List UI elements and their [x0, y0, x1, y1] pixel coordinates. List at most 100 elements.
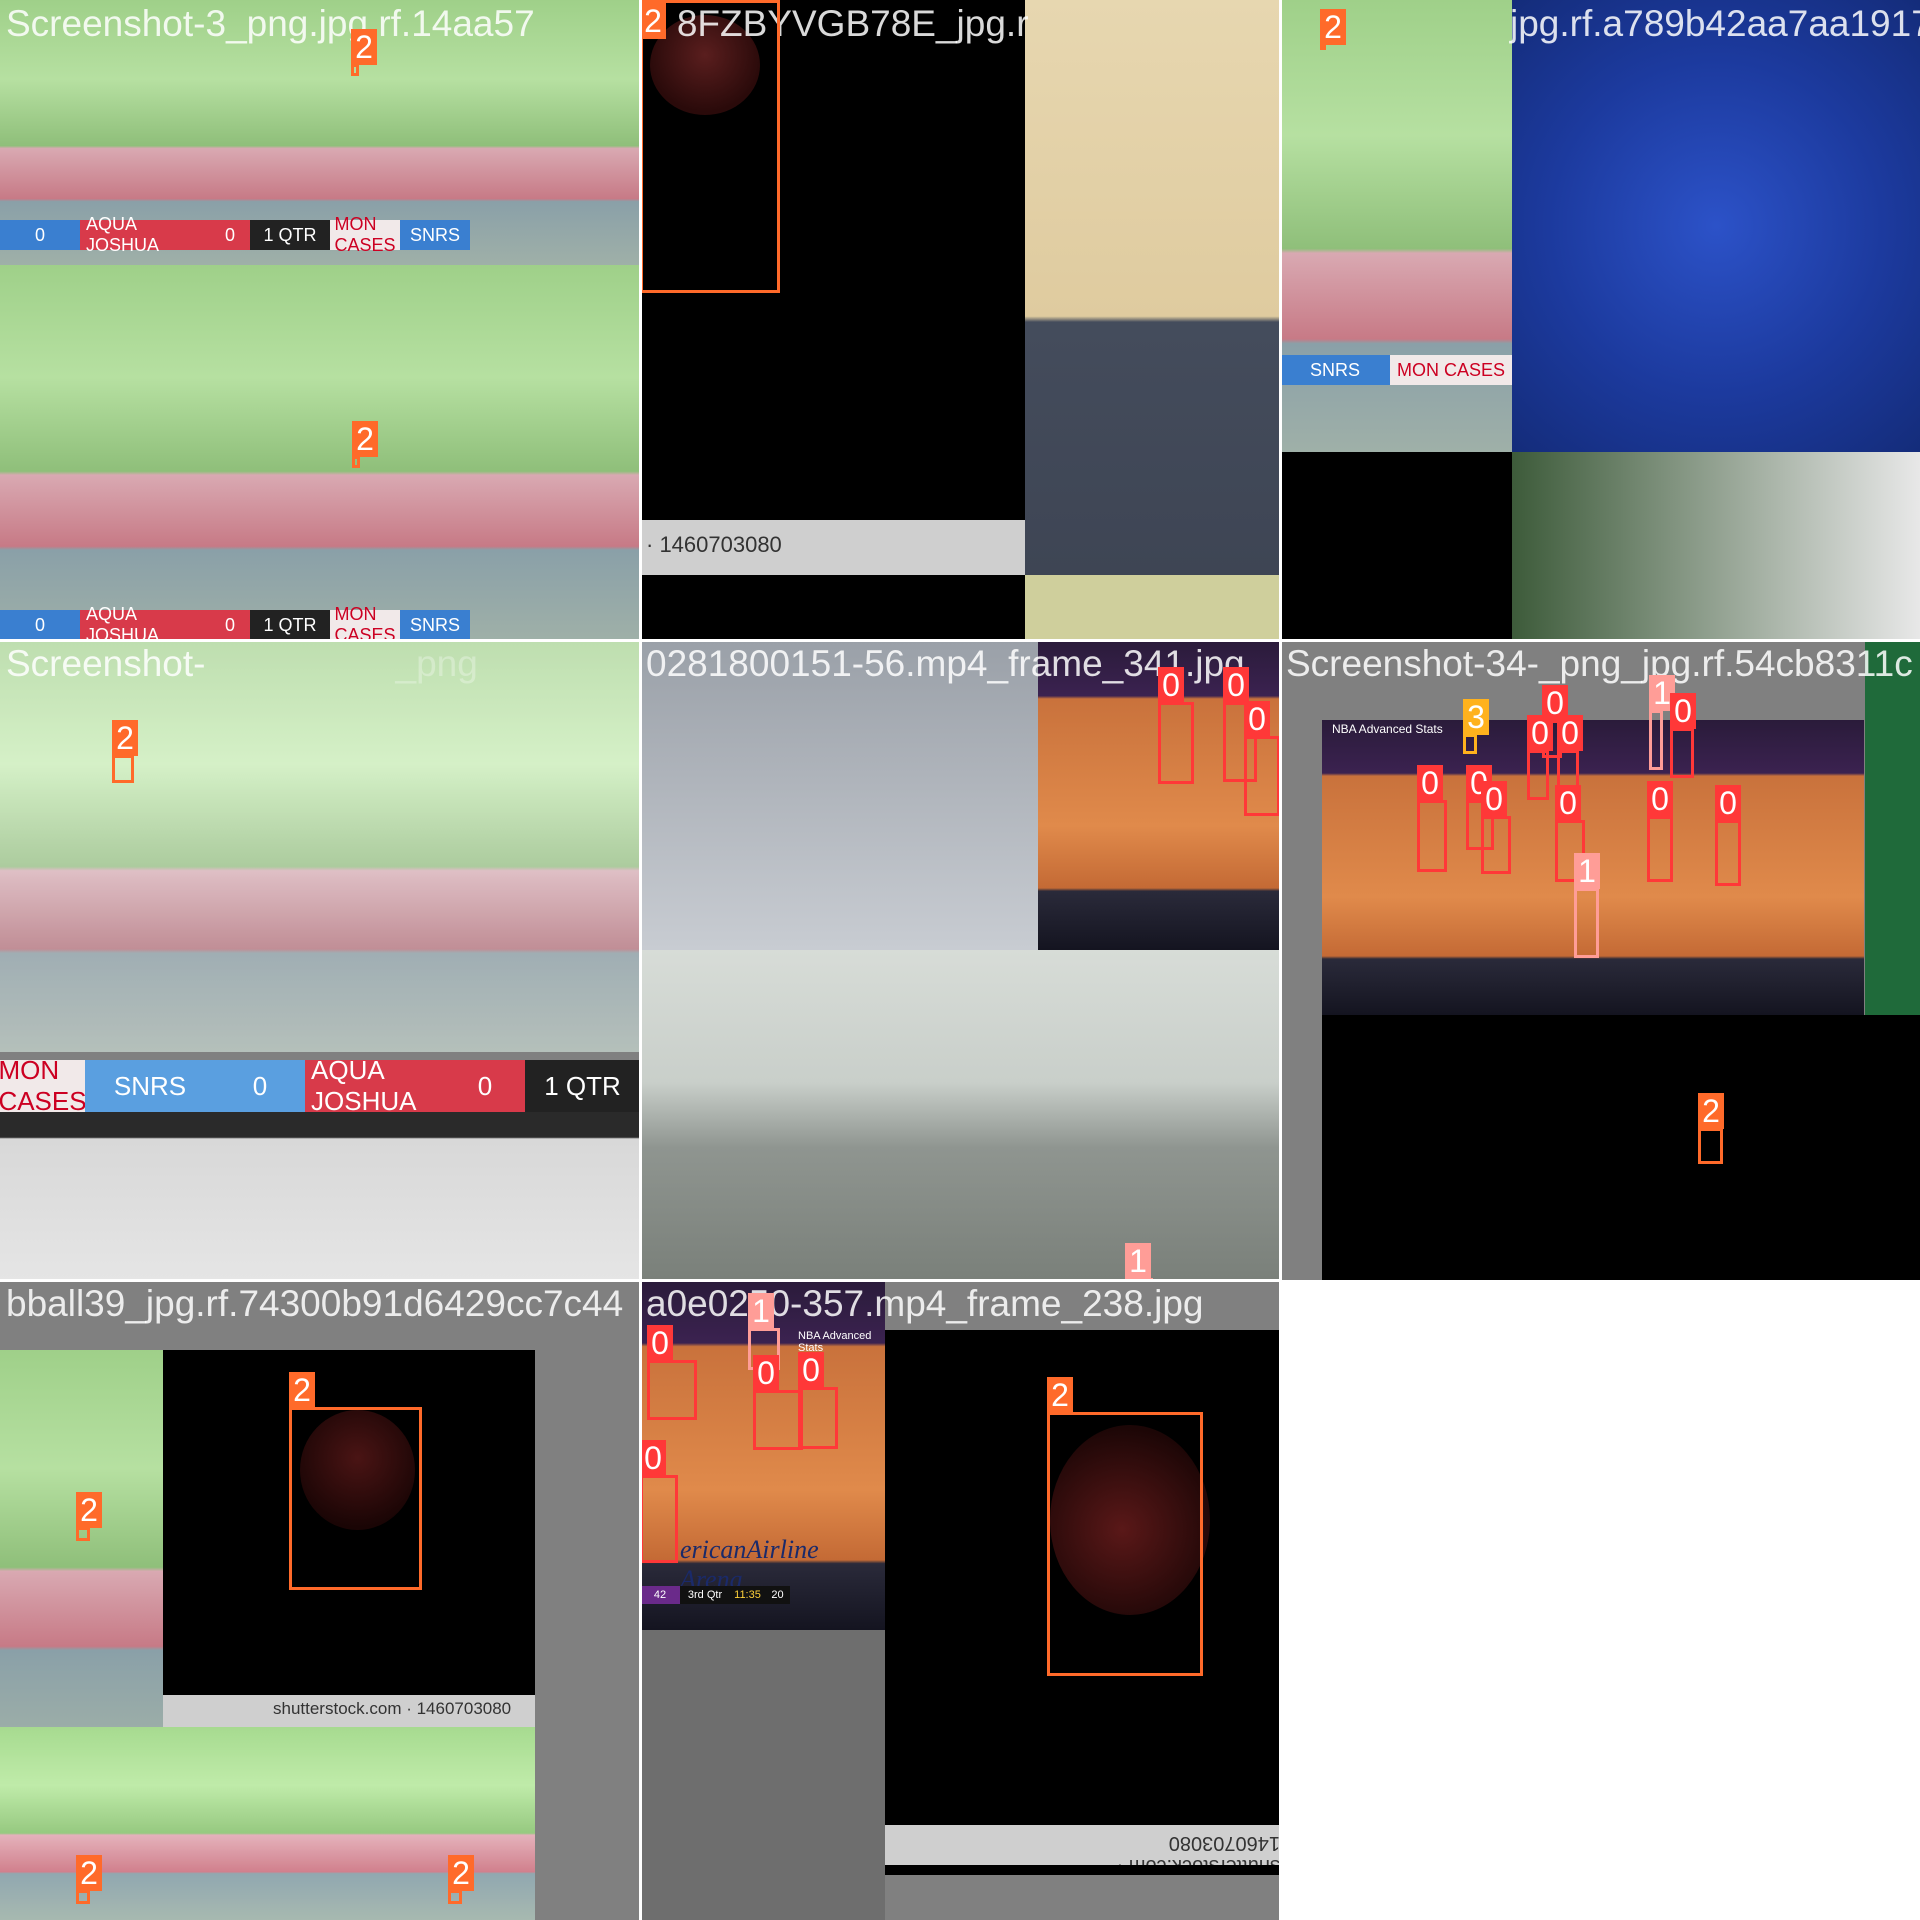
detection-class-label: 2 [76, 1492, 102, 1528]
gym-scene [0, 1350, 163, 1745]
mosaic-tile: shutterstock.com · 1460703080 bball39_jp… [0, 1280, 640, 1920]
mosaic-tile: · 1460703080 2 8FZBYVGB78E_jpg.r 2 [640, 0, 1280, 640]
team-b: SNRS [400, 610, 470, 640]
detection-box: 2 [351, 29, 377, 76]
detection-box: 2 [1047, 1377, 1203, 1676]
gym-scene [640, 950, 1038, 1280]
detection-class-label: 0 [1158, 667, 1184, 703]
detection-class-label: 2 [289, 1372, 315, 1408]
stats-caption: NBA Advanced Stats [1332, 722, 1443, 736]
image-filename: a0e0250-357.mp4_frame_238.jpg [646, 1283, 1204, 1324]
detection-mosaic: 0 AQUA JOSHUA 0 1 QTR MON CASES SNRS 0 A… [0, 0, 1920, 1920]
score-a: 0 [210, 610, 250, 640]
star-floor-scene [1512, 0, 1920, 452]
detection-class-label: 2 [351, 29, 377, 65]
shot-clock: 20 [765, 1586, 790, 1604]
image-filename: Screenshot-34-_png_jpg.rf.54cb8311c [1286, 643, 1913, 684]
detection-class-label: 0 [647, 1325, 673, 1361]
detection-box: 2 [352, 421, 378, 468]
period: 1 QTR [250, 610, 330, 640]
detection-class-label: 2 [640, 3, 666, 39]
detection-box: 2 [112, 720, 138, 783]
period: 1 QTR [250, 220, 330, 250]
grid-divider [1279, 0, 1282, 1920]
detection-class-label: 0 [1715, 785, 1741, 821]
detection-class-label: 0 [1555, 785, 1581, 821]
detection-box: 2 [448, 1855, 474, 1904]
sponsor: MON CASES [330, 604, 400, 640]
detection-class-label: 1 [1125, 1243, 1151, 1279]
team-a: AQUA JOSHUA [305, 1055, 445, 1116]
image-filename: Screenshot- _png [6, 643, 478, 684]
detection-box: 0 [798, 1352, 838, 1449]
padding [640, 1630, 885, 1920]
mosaic-tile: SNRS MON CASES jpg.rf.a789b42aa7aa19170d… [1280, 0, 1920, 640]
mosaic-tile: NBA Advanced Stats ericanAirline Arena 4… [640, 1280, 1280, 1920]
gym-scene [0, 640, 640, 1052]
mosaic-tile: MON CASES SNRS 0 AQUA JOSHUA 0 1 QTR Scr… [0, 640, 640, 1280]
detection-box: 0 [1527, 715, 1553, 800]
detection-box: 0 [1244, 701, 1280, 816]
detection-class-label: 0 [1647, 781, 1673, 817]
foliage-scene [1025, 575, 1280, 640]
detection-class-label: 0 [1670, 693, 1696, 729]
team-a: AQUA JOSHUA [80, 214, 210, 255]
detection-class-label: 0 [1557, 715, 1583, 751]
grid-divider [0, 1279, 1280, 1282]
detection-class-label: 1 [1574, 853, 1600, 889]
detection-class-label: 0 [753, 1355, 779, 1391]
detection-class-label: 2 [1047, 1377, 1073, 1413]
image-filename: jpg.rf.a789b42aa7aa19170df74 [1510, 3, 1920, 44]
detection-box: 3 [1463, 699, 1489, 754]
clock: 11:35 [730, 1586, 765, 1604]
detection-box: 0 [1647, 781, 1673, 882]
score-a: 0 [210, 220, 250, 250]
detection-box: 0 [640, 1440, 678, 1563]
detection-box: 0 [1481, 781, 1511, 874]
detection-box: 0 [1417, 765, 1447, 872]
sponsor: MON CASES [0, 1055, 87, 1116]
gym-scene [0, 265, 270, 640]
sponsor: MON CASES [1390, 355, 1512, 385]
detection-box: 0 [647, 1325, 697, 1420]
detection-class-label: 3 [1463, 699, 1489, 735]
scoreboard: 0 AQUA JOSHUA 0 1 QTR MON CASES SNRS [0, 604, 640, 640]
player-legs-scene [640, 640, 1038, 950]
score-b: 0 [0, 220, 80, 250]
detection-class-label: 2 [76, 1855, 102, 1891]
mosaic-tile: NBA Advanced Stats Screenshot-34-_png_jp… [1280, 640, 1920, 1280]
image-filename: Screenshot-3_png.jpg.rf.14aa57 [6, 3, 535, 44]
crowd-scene [1512, 452, 1920, 640]
watermark-strip: shutterstock.com · 1460703080 [885, 1825, 1280, 1865]
image-filename: 0281800151-56.mp4_frame_341.jpg [646, 643, 1245, 684]
detection-box: 2 [1320, 9, 1346, 50]
team-b: SNRS [85, 1060, 215, 1112]
detection-class-label: 1 [748, 1293, 774, 1329]
mosaic-tile: 0281800151-56.mp4_frame_341.jpg 0 0 0 1 [640, 640, 1280, 1280]
detection-class-label: 0 [798, 1352, 824, 1388]
detection-box: 2 [1698, 1093, 1724, 1164]
detection-class-label: 2 [448, 1855, 474, 1891]
detection-class-label: 0 [640, 1440, 666, 1476]
scoreboard: MON CASES SNRS 0 AQUA JOSHUA 0 1 QTR [0, 1055, 640, 1116]
detection-box: 2 [76, 1855, 102, 1904]
dark-scene [1280, 452, 1512, 640]
detection-class-label: 0 [1527, 715, 1553, 751]
team-b: SNRS [1280, 355, 1390, 385]
score-a: 0 [445, 1060, 525, 1112]
detection-class-label: 0 [1223, 667, 1249, 703]
detection-class-label: 0 [1244, 701, 1270, 737]
dark-scene [1322, 1015, 1920, 1280]
detection-class-label: 0 [1481, 781, 1507, 817]
detection-box: 1 [1649, 675, 1675, 770]
image-filename: bball39_jpg.rf.74300b91d6429cc7c44 [6, 1283, 624, 1324]
score-b: 0 [215, 1060, 305, 1112]
watermark-strip: · 1460703080 [640, 520, 1025, 575]
team-a: AQUA JOSHUA [80, 604, 210, 640]
video-controls-strip [0, 1112, 640, 1280]
empty-cell [1280, 1280, 1920, 1920]
period: 1 QTR [525, 1060, 640, 1112]
detection-box: 0 [1158, 667, 1194, 784]
side-scene [1865, 640, 1920, 1015]
watermark-text: shutterstock.com · 1460703080 [1117, 1832, 1280, 1865]
